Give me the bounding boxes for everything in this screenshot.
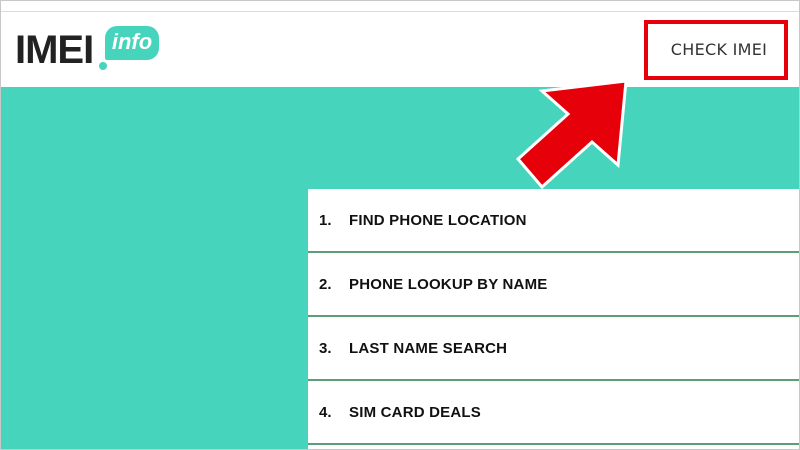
menu-item-phone-lookup-by-name[interactable]: 2. PHONE LOOKUP BY NAME <box>308 253 799 317</box>
menu-item-label: LAST NAME SEARCH <box>349 339 508 357</box>
menu-item-find-phone-location[interactable]: 1. FIND PHONE LOCATION <box>308 189 799 253</box>
menu-item-label: SIM CARD DEALS <box>349 403 481 421</box>
logo-dot <box>99 62 107 70</box>
check-imei-link[interactable]: CHECK IMEI <box>644 20 788 80</box>
main-content: 1. FIND PHONE LOCATION 2. PHONE LOOKUP B… <box>1 87 799 449</box>
menu-item-number: 2. <box>319 275 332 293</box>
menu-item-label: PHONE LOOKUP BY NAME <box>349 275 548 293</box>
site-header: IMEI info CHECK IMEI <box>1 12 799 87</box>
logo-badge: info <box>105 26 159 60</box>
red-arrow-icon <box>515 79 628 190</box>
page-frame: IMEI info CHECK IMEI 1. FIND PHONE LOCAT… <box>0 0 800 450</box>
menu-item-number: 3. <box>319 339 332 357</box>
logo-text: IMEI <box>15 28 94 72</box>
menu-item-sim-card-deals[interactable]: 4. SIM CARD DEALS <box>308 381 799 445</box>
menu-item-number: 1. <box>319 211 332 229</box>
menu-item-number: 4. <box>319 403 332 421</box>
menu-item-last-name-search[interactable]: 3. LAST NAME SEARCH <box>308 317 799 381</box>
top-bar <box>1 1 799 12</box>
menu-item-label: FIND PHONE LOCATION <box>349 211 527 229</box>
services-menu: 1. FIND PHONE LOCATION 2. PHONE LOOKUP B… <box>308 189 799 449</box>
